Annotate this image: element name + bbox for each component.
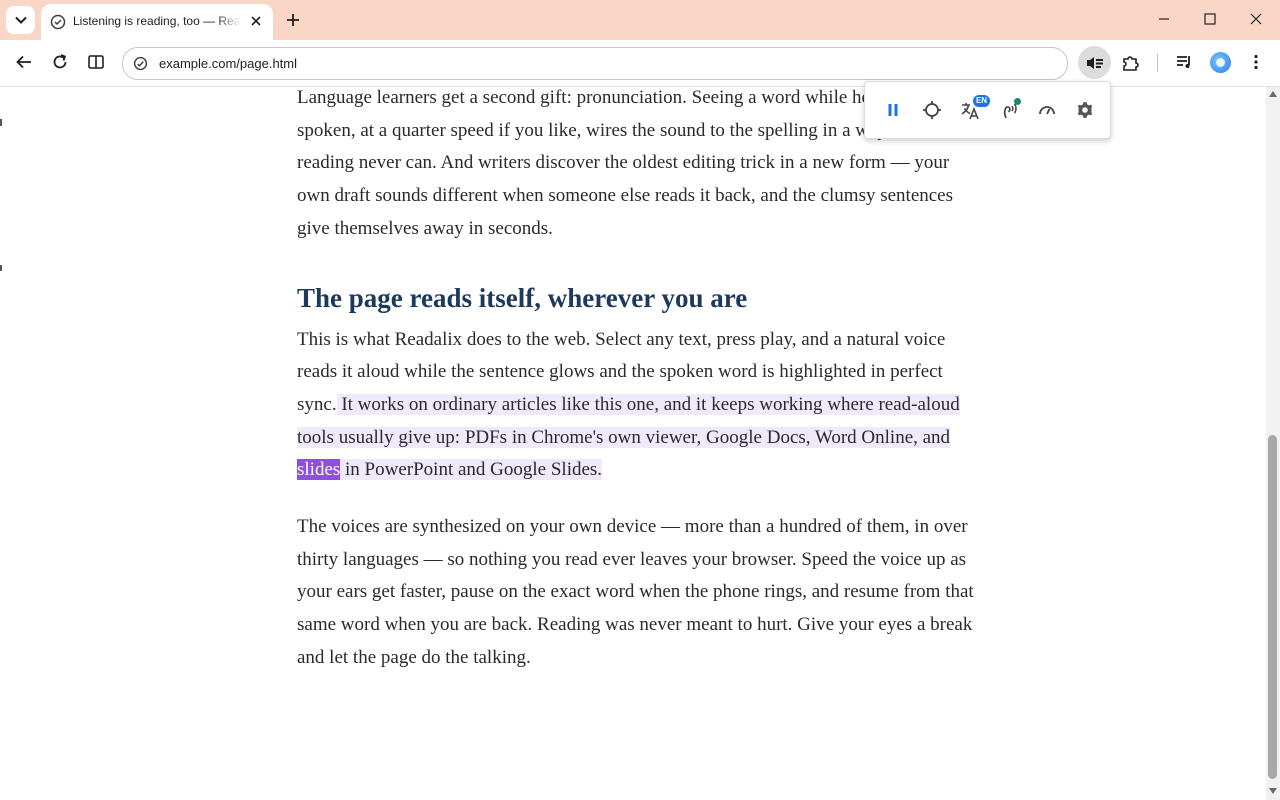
url-text[interactable]: example.com/page.html xyxy=(159,56,297,71)
gear-icon xyxy=(1077,102,1093,118)
site-info-icon[interactable] xyxy=(133,56,148,71)
back-arrow-icon[interactable] xyxy=(15,53,33,71)
pause-icon xyxy=(888,104,898,116)
pause-button[interactable] xyxy=(881,98,905,122)
crosshair-icon xyxy=(923,101,941,119)
page-content: Language learners get a second gift: pro… xyxy=(0,87,1266,800)
minimize-icon[interactable] xyxy=(1157,12,1171,26)
reload-icon[interactable] xyxy=(51,53,69,71)
browser-tab-active[interactable]: Listening is reading, too — Readalix xyxy=(41,4,273,40)
browser-toolbar: example.com/page.html xyxy=(0,40,1280,87)
speedometer-icon xyxy=(1039,106,1055,115)
edge-mark xyxy=(0,119,2,126)
readalix-extension-button[interactable] xyxy=(1078,46,1111,79)
scroll-down-arrow-icon[interactable] xyxy=(1269,788,1277,794)
paragraph-3: The voices are synthesized on your own d… xyxy=(297,516,974,668)
speaker-icon xyxy=(1086,56,1103,69)
chevron-down-icon xyxy=(14,16,27,24)
section-heading: The page reads itself, wherever you are xyxy=(297,282,748,313)
edge-mark xyxy=(0,265,2,271)
tab-search-button[interactable] xyxy=(6,6,35,34)
readalix-player: EN xyxy=(864,81,1111,139)
speed-button[interactable] xyxy=(1035,98,1059,122)
maximize-icon[interactable] xyxy=(1203,12,1217,26)
scrollbar-thumb[interactable] xyxy=(1268,435,1277,779)
puzzle-icon[interactable] xyxy=(1121,53,1140,72)
new-tab-icon[interactable] xyxy=(283,10,303,30)
profile-icon xyxy=(1216,58,1225,67)
close-tab-icon[interactable] xyxy=(249,14,263,28)
profile-avatar[interactable] xyxy=(1210,52,1231,73)
current-word-highlight: slides xyxy=(297,459,341,481)
close-window-icon[interactable] xyxy=(1249,12,1263,26)
more-menu-icon[interactable] xyxy=(1247,53,1265,71)
language-badge: EN xyxy=(973,95,990,107)
address-bar[interactable]: example.com/page.html xyxy=(122,47,1068,80)
tab-title: Listening is reading, too — Readalix xyxy=(73,14,241,28)
current-sentence-highlight-end: in PowerPoint and Google Slides. xyxy=(340,459,603,481)
current-sentence-highlight: It works on ordinary articles like this … xyxy=(297,393,960,448)
article: Language learners get a second gift: pro… xyxy=(297,87,977,675)
title-bar: Listening is reading, too — Readalix xyxy=(0,0,1280,40)
media-control-icon[interactable] xyxy=(1175,53,1193,71)
voice-status-dot xyxy=(1014,98,1021,105)
settings-button[interactable] xyxy=(1073,98,1097,122)
vertical-scrollbar[interactable] xyxy=(1266,87,1280,800)
toolbar-separator xyxy=(1157,54,1158,72)
scroll-up-arrow-icon[interactable] xyxy=(1269,91,1277,97)
split-view-icon[interactable] xyxy=(87,53,105,71)
paragraph-2: This is what Readalix does to the web. S… xyxy=(297,324,977,488)
globe-icon xyxy=(50,14,66,30)
locate-button[interactable] xyxy=(920,98,944,122)
